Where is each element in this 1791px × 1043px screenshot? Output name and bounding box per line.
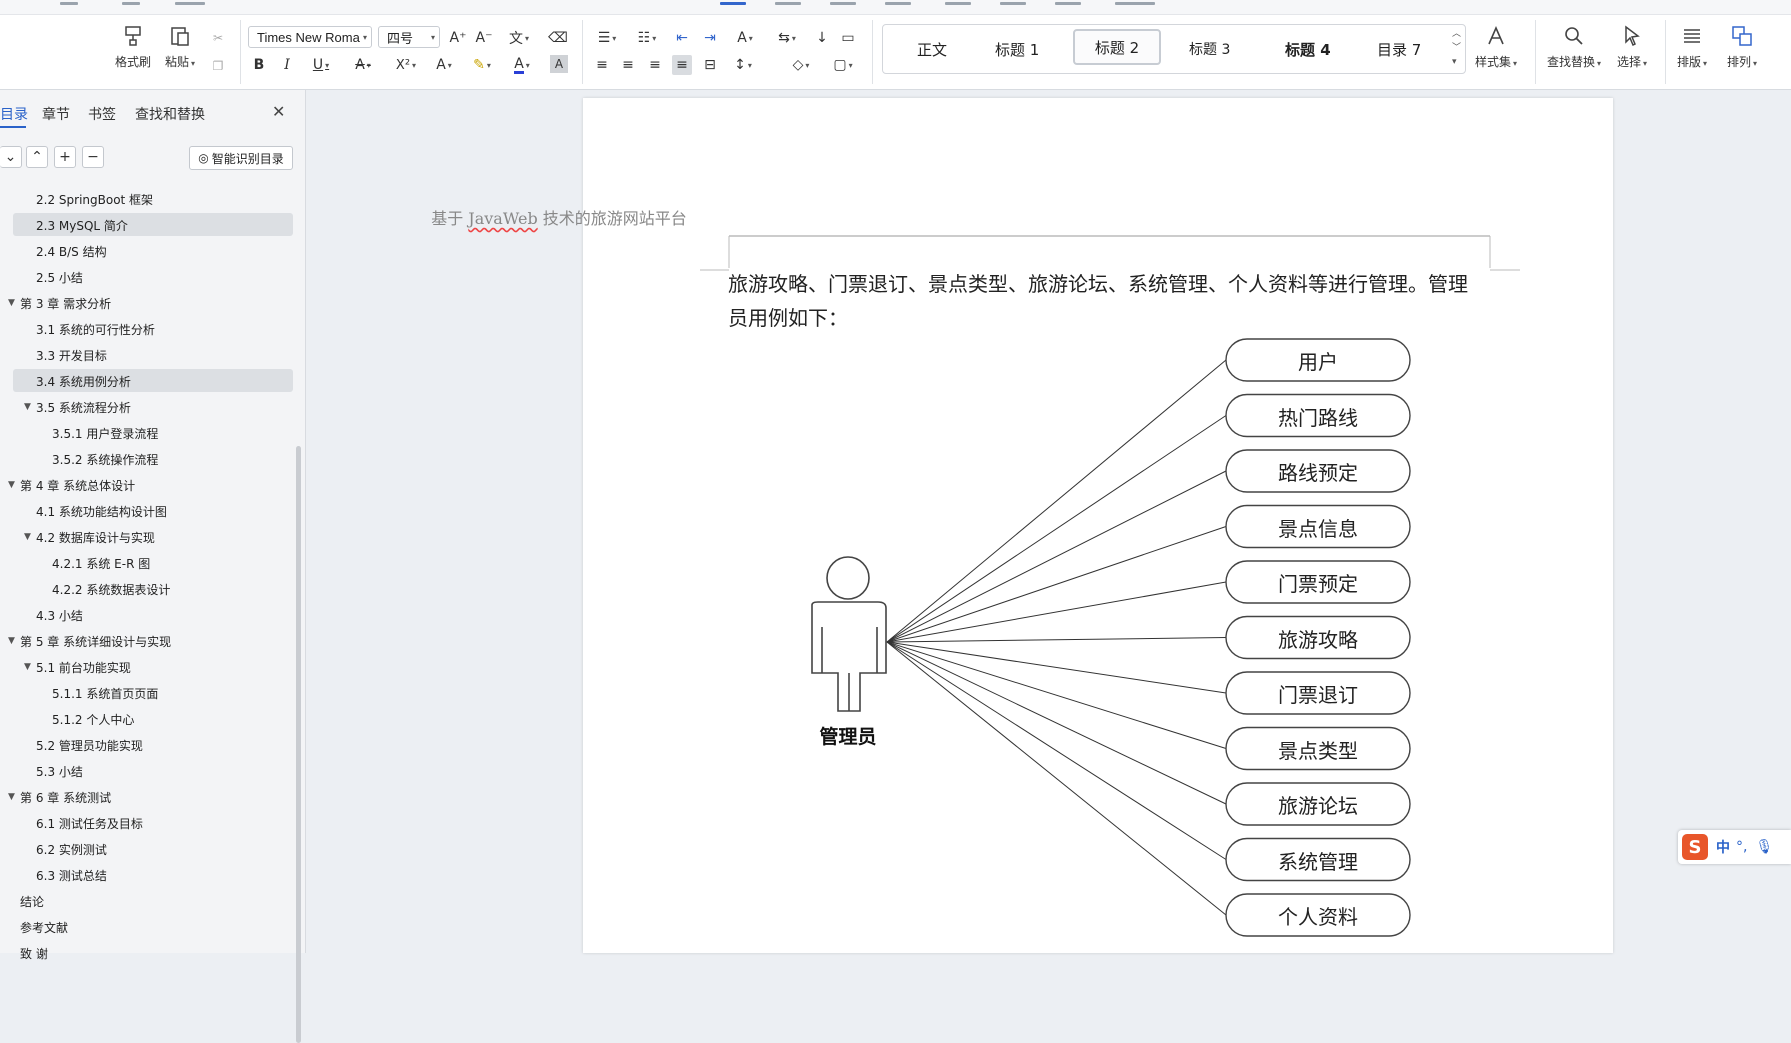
ime-mode[interactable]: 中 [1716,837,1730,857]
use-case-label: 个人资料 [1278,905,1358,929]
association-line [886,359,1227,643]
use-case-label: 路线预定 [1278,461,1358,485]
actor-label: 管理员 [819,726,877,748]
use-case-label: 旅游攻略 [1278,627,1358,652]
ime-toolbar[interactable]: S 中 °, 🎙 [1678,830,1791,864]
ime-punctuation[interactable]: °, [1736,839,1747,855]
association-line [886,641,1227,805]
use-case-diagram [811,338,1411,937]
sogou-logo-icon: S [1682,834,1708,860]
microphone-icon[interactable]: 🎙 [1755,839,1773,855]
association-lines [886,359,1227,916]
use-case-label: 门票退订 [1278,683,1358,707]
association-line [886,641,1227,694]
association-line [886,637,1227,643]
use-case-label: 热门路线 [1278,405,1358,430]
use-case-label: 门票预定 [1278,572,1358,596]
association-line [886,526,1227,643]
association-line [886,641,1227,749]
association-line [886,641,1227,860]
association-line [886,470,1227,643]
use-case-label: 系统管理 [1278,849,1358,874]
use-case-label: 景点类型 [1278,738,1358,763]
actor-head [826,556,870,600]
association-line [886,415,1227,643]
use-case-label: 景点信息 [1278,516,1358,541]
association-line [886,641,1227,916]
use-case-label: 旅游论坛 [1278,794,1358,818]
use-case-label: 用户 [1298,350,1338,374]
association-line [886,581,1227,643]
actor-figure [811,556,887,712]
